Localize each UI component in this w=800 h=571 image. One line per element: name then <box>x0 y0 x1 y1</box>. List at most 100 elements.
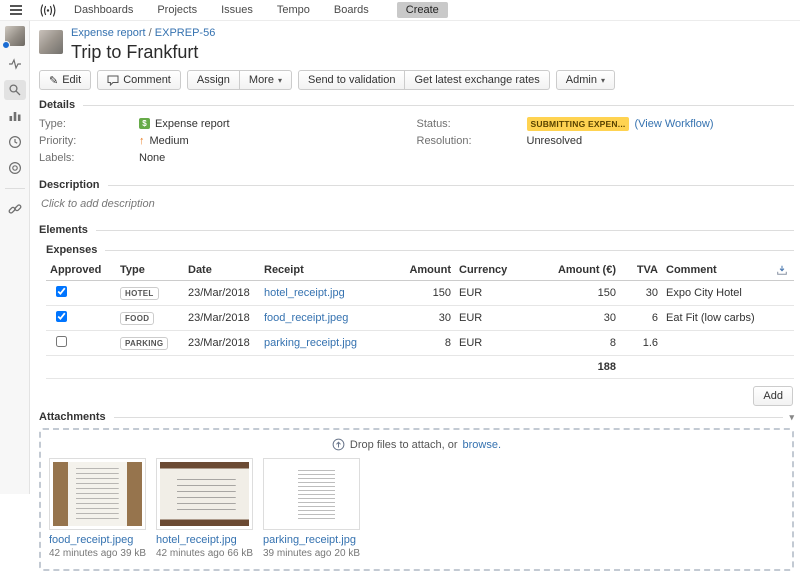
nav-item-issues[interactable]: Issues <box>209 4 265 16</box>
view-workflow-link[interactable]: (View Workflow) <box>634 118 713 130</box>
nav-item-boards[interactable]: Boards <box>322 4 381 16</box>
expense-currency: EUR <box>455 281 543 306</box>
status-label: Status: <box>417 118 527 130</box>
col-type: Type <box>116 260 184 281</box>
expenses-section-header: Expenses <box>46 244 794 256</box>
drop-files-text: Drop files to attach, or <box>350 439 458 451</box>
attachments-dropzone[interactable]: Drop files to attach, or browse. food_re… <box>39 428 794 571</box>
breadcrumb-project-link[interactable]: Expense report <box>71 27 146 39</box>
admin-button[interactable]: Admin▾ <box>556 70 615 90</box>
get-exchange-rates-button[interactable]: Get latest exchange rates <box>405 70 549 90</box>
receipt-link[interactable]: food_receipt.jpeg <box>264 312 348 324</box>
nav-item-tempo[interactable]: Tempo <box>265 4 322 16</box>
app-logo-icon[interactable] <box>38 4 58 17</box>
col-receipt: Receipt <box>260 260 400 281</box>
details-section-header: Details <box>39 99 794 111</box>
description-section-header: Description <box>39 179 794 191</box>
approved-checkbox[interactable] <box>56 311 67 322</box>
description-placeholder[interactable]: Click to add description <box>41 198 794 210</box>
browse-link[interactable]: browse. <box>463 439 502 451</box>
breadcrumb-separator: / <box>149 27 152 39</box>
attachment-card: parking_receipt.jpg 39 minutes ago 20 kB <box>263 458 360 559</box>
nav-item-projects[interactable]: Projects <box>145 4 209 16</box>
col-amount: Amount <box>400 260 455 281</box>
expense-row: FOOD 23/Mar/2018 food_receipt.jpeg 30 EU… <box>46 306 794 331</box>
top-nav: Dashboards Projects Issues Tempo Boards … <box>0 0 800 21</box>
expenses-total: 188 <box>543 356 620 379</box>
expenses-block: Expenses Approved Type Date Receipt Amou… <box>46 244 794 406</box>
chevron-down-icon: ▾ <box>601 76 605 85</box>
edit-button[interactable]: ✎ Edit <box>39 70 91 90</box>
reports-bar-chart-icon[interactable] <box>4 106 26 126</box>
receipt-link[interactable]: parking_receipt.jpg <box>264 337 357 349</box>
col-comment: Comment <box>662 260 772 281</box>
attachment-meta: 39 minutes ago 20 kB <box>263 548 360 559</box>
page-title: Trip to Frankfurt <box>71 42 215 63</box>
expense-amount-eur: 30 <box>543 306 620 331</box>
attachment-name-link[interactable]: parking_receipt.jpg <box>263 534 360 546</box>
export-column-header <box>772 260 794 281</box>
export-download-icon[interactable] <box>776 264 790 276</box>
receipt-thumbnail-image <box>267 462 356 526</box>
expense-row: HOTEL 23/Mar/2018 hotel_receipt.jpg 150 … <box>46 281 794 306</box>
expense-type-badge: HOTEL <box>120 287 159 300</box>
nav-item-dashboards[interactable]: Dashboards <box>62 4 145 16</box>
expenses-total-row: 188 <box>46 356 794 379</box>
expenses-header-row: Approved Type Date Receipt Amount Curren… <box>46 260 794 281</box>
drop-files-cta: Drop files to attach, or browse. <box>49 438 784 451</box>
breadcrumb-issue-link[interactable]: EXPREP-56 <box>155 27 216 39</box>
create-button[interactable]: Create <box>397 2 448 18</box>
releases-target-icon[interactable] <box>4 158 26 178</box>
project-avatar[interactable] <box>5 26 25 46</box>
breadcrumb: Expense report / EXPREP-56 <box>71 27 215 39</box>
project-sidebar <box>0 21 30 494</box>
send-to-validation-button[interactable]: Send to validation <box>298 70 405 90</box>
expense-amount-eur: 8 <box>543 331 620 356</box>
expense-amount: 150 <box>400 281 455 306</box>
receipt-link[interactable]: hotel_receipt.jpg <box>264 287 345 299</box>
expense-amount-eur: 150 <box>543 281 620 306</box>
issue-type-avatar <box>39 30 63 54</box>
expense-comment: Eat Fit (low carbs) <box>662 306 772 331</box>
attachment-name-link[interactable]: food_receipt.jpeg <box>49 534 146 546</box>
attachment-thumbnail[interactable] <box>156 458 253 530</box>
search-icon[interactable] <box>4 80 26 100</box>
clock-icon[interactable] <box>4 132 26 152</box>
expense-tva: 1.6 <box>620 331 662 356</box>
col-currency: Currency <box>455 260 543 281</box>
col-approved: Approved <box>46 260 116 281</box>
approved-checkbox[interactable] <box>56 336 67 347</box>
attachment-size: 20 kB <box>334 548 360 559</box>
elements-section-header: Elements <box>39 224 794 236</box>
expense-row: PARKING 23/Mar/2018 parking_receipt.jpg … <box>46 331 794 356</box>
chevron-down-icon: ▾ <box>278 76 282 85</box>
expense-date: 23/Mar/2018 <box>184 306 260 331</box>
receipt-thumbnail-image <box>53 462 142 526</box>
expenses-table: Approved Type Date Receipt Amount Curren… <box>46 260 794 379</box>
expense-amount: 8 <box>400 331 455 356</box>
hamburger-menu-icon[interactable] <box>10 5 22 7</box>
expense-tva: 6 <box>620 306 662 331</box>
attachment-thumbnail[interactable] <box>49 458 146 530</box>
attachment-card: food_receipt.jpeg 42 minutes ago 39 kB <box>49 458 146 559</box>
more-button[interactable]: More▾ <box>240 70 292 90</box>
comment-bubble-icon <box>107 75 119 86</box>
attachment-name-link[interactable]: hotel_receipt.jpg <box>156 534 253 546</box>
resolution-label: Resolution: <box>417 135 527 147</box>
attachments-options-chevron-icon[interactable]: ▾ <box>789 412 794 423</box>
attachment-age: 39 minutes ago <box>263 548 331 559</box>
details-grid: Type: $ Expense report Priority: ↑ Mediu… <box>39 116 794 167</box>
approved-checkbox[interactable] <box>56 286 67 297</box>
comment-button[interactable]: Comment <box>97 70 181 90</box>
activity-pulse-icon[interactable] <box>4 54 26 74</box>
sidebar-divider <box>5 188 25 189</box>
attachment-size: 66 kB <box>227 548 253 559</box>
priority-value: Medium <box>150 135 189 147</box>
expense-comment: Expo City Hotel <box>662 281 772 306</box>
expense-amount: 30 <box>400 306 455 331</box>
assign-button[interactable]: Assign <box>187 70 240 90</box>
add-expense-button[interactable]: Add <box>753 386 793 406</box>
attachment-thumbnail[interactable] <box>263 458 360 530</box>
links-chain-icon[interactable] <box>4 199 26 219</box>
expense-date: 23/Mar/2018 <box>184 331 260 356</box>
